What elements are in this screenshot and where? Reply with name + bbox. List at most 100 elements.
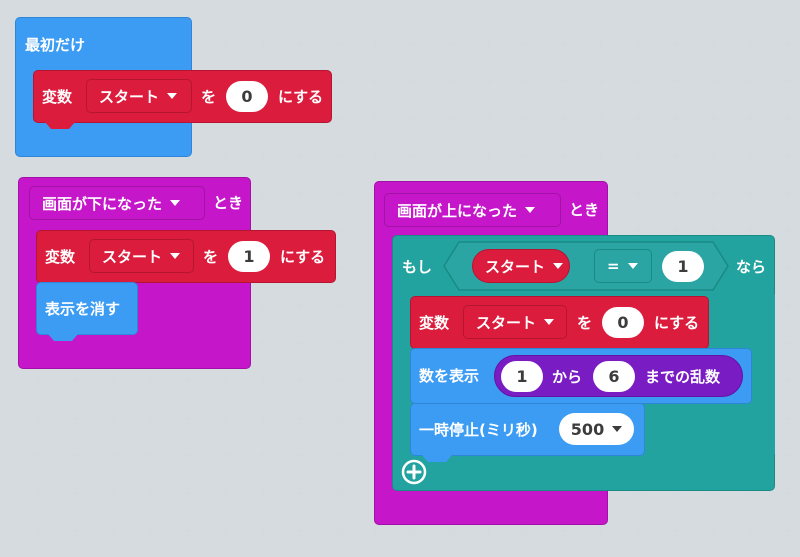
- grid-cross: [559, 39, 568, 48]
- grid-cross: [221, 489, 230, 498]
- grid-cross: [784, 39, 793, 48]
- grid-cross: [709, 526, 718, 535]
- grid-cross: [784, 489, 793, 498]
- grid-cross: [671, 114, 680, 123]
- gesture-dropdown[interactable]: 画面が上になった: [384, 193, 561, 227]
- grid-cross: [221, 151, 230, 160]
- grid-cross: [296, 39, 305, 48]
- grid-cross: [409, 39, 418, 48]
- grid-cross: [296, 526, 305, 535]
- chevron-down-icon: [525, 207, 536, 213]
- chevron-down-icon: [612, 426, 623, 432]
- grid-cross: [671, 76, 680, 85]
- operator-value: =: [607, 257, 620, 275]
- grid-cross: [221, 376, 230, 385]
- gesture-dropdown[interactable]: 画面が下になった: [29, 186, 205, 220]
- grid-cross: [596, 76, 605, 85]
- grid-cross: [34, 526, 43, 535]
- grid-cross: [259, 489, 268, 498]
- grid-cross: [484, 526, 493, 535]
- grid-cross: [259, 189, 268, 198]
- random-from-input[interactable]: 1: [501, 361, 543, 392]
- grid-cross: [34, 414, 43, 423]
- grid-cross: [71, 451, 80, 460]
- grid-cross: [709, 189, 718, 198]
- grid-cross: [259, 339, 268, 348]
- grid-cross: [221, 526, 230, 535]
- grid-cross: [71, 526, 80, 535]
- grid-cross: [671, 39, 680, 48]
- grid-cross: [334, 376, 343, 385]
- grid-cross: [784, 76, 793, 85]
- variable-dropdown[interactable]: スタート: [86, 79, 192, 113]
- grid-cross: [109, 526, 118, 535]
- if-label: もし: [402, 258, 433, 276]
- set-label: 変数: [42, 88, 73, 106]
- compare-value-input[interactable]: 1: [662, 251, 704, 282]
- grid-cross: [259, 526, 268, 535]
- chevron-down-icon: [170, 253, 181, 259]
- value-input[interactable]: 0: [226, 81, 268, 112]
- variable-reporter[interactable]: スタート: [472, 249, 570, 283]
- grid-cross: [634, 189, 643, 198]
- grid-cross: [446, 39, 455, 48]
- grid-cross: [634, 526, 643, 535]
- grid-cross: [409, 526, 418, 535]
- grid-cross: [334, 114, 343, 123]
- random-to-input[interactable]: 6: [593, 361, 635, 392]
- grid-cross: [671, 151, 680, 160]
- plus-circle-icon[interactable]: [401, 459, 427, 485]
- grid-cross: [596, 151, 605, 160]
- grid-cross: [409, 114, 418, 123]
- grid-cross: [334, 526, 343, 535]
- grid-cross: [709, 39, 718, 48]
- pause-duration-dropdown[interactable]: 500: [559, 413, 634, 445]
- variable-dropdown[interactable]: スタート: [89, 239, 194, 273]
- gesture-name: 画面が上になった: [397, 201, 518, 220]
- grid-cross: [371, 526, 380, 535]
- grid-cross: [259, 39, 268, 48]
- grid-cross: [146, 414, 155, 423]
- value-input[interactable]: 1: [228, 241, 270, 272]
- grid-cross: [746, 189, 755, 198]
- grid-cross: [109, 414, 118, 423]
- grid-cross: [784, 151, 793, 160]
- grid-cross: [409, 151, 418, 160]
- grid-cross: [296, 189, 305, 198]
- grid-cross: [634, 76, 643, 85]
- grid-cross: [71, 414, 80, 423]
- operator-dropdown[interactable]: =: [594, 249, 652, 283]
- then-label: なら: [736, 258, 767, 276]
- grid-cross: [109, 376, 118, 385]
- grid-cross: [221, 39, 230, 48]
- grid-cross: [296, 451, 305, 460]
- grid-cross: [709, 151, 718, 160]
- grid-cross: [259, 301, 268, 310]
- grid-cross: [221, 414, 230, 423]
- until-label: までの乱数: [645, 368, 721, 386]
- grid-cross: [296, 151, 305, 160]
- grid-cross: [521, 114, 530, 123]
- grid-cross: [521, 76, 530, 85]
- grid-cross: [334, 76, 343, 85]
- grid-cross: [784, 226, 793, 235]
- grid-cross: [634, 151, 643, 160]
- grid-cross: [334, 189, 343, 198]
- grid-cross: [409, 76, 418, 85]
- grid-cross: [634, 39, 643, 48]
- grid-cross: [746, 76, 755, 85]
- grid-cross: [559, 114, 568, 123]
- chevron-down-icon: [170, 200, 181, 206]
- grid-cross: [184, 414, 193, 423]
- variable-dropdown[interactable]: スタート: [463, 305, 567, 339]
- grid-cross: [146, 451, 155, 460]
- value-input[interactable]: 0: [602, 307, 644, 338]
- grid-cross: [296, 414, 305, 423]
- grid-cross: [146, 489, 155, 498]
- grid-cross: [746, 226, 755, 235]
- grid-cross: [784, 264, 793, 273]
- grid-cross: [784, 451, 793, 460]
- grid-cross: [521, 39, 530, 48]
- variable-name: スタート: [485, 257, 546, 276]
- grid-cross: [559, 151, 568, 160]
